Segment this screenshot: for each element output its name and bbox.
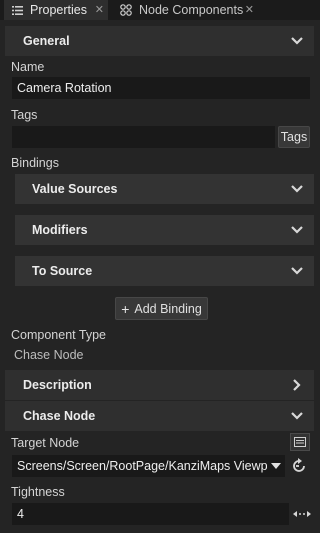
tags-button[interactable]: Tags [278, 126, 310, 148]
description-section-title: Description [23, 378, 92, 392]
description-section-header[interactable]: Description [5, 370, 314, 400]
chase-node-section-header[interactable]: Chase Node [5, 401, 314, 431]
name-field[interactable]: Camera Rotation [12, 77, 310, 99]
chevron-down-icon [291, 267, 303, 275]
drag-adjust-icon[interactable] [292, 506, 312, 522]
to-source-header[interactable]: To Source [15, 256, 314, 286]
tags-label: Tags [11, 108, 38, 122]
modifiers-title: Modifiers [32, 223, 88, 237]
component-type-value: Chase Node [14, 348, 84, 362]
chase-node-section-title: Chase Node [23, 409, 96, 423]
general-section-header[interactable]: General [5, 26, 314, 56]
add-binding-label: Add Binding [134, 301, 202, 316]
name-label: Name [11, 60, 45, 74]
components-icon [117, 4, 135, 16]
tags-field[interactable] [12, 126, 275, 148]
general-section-title: General [23, 34, 70, 48]
tab-bar: Properties ✕ Node Components ✕ [0, 0, 320, 20]
modifiers-header[interactable]: Modifiers [15, 215, 314, 245]
tightness-label: Tightness [11, 485, 65, 499]
target-node-value: Screens/Screen/RootPage/KanziMaps Viewpo [17, 459, 267, 473]
chevron-right-icon [293, 379, 301, 391]
list-icon [8, 5, 26, 15]
tab-properties-label: Properties [30, 3, 87, 17]
tab-properties[interactable]: Properties ✕ [4, 0, 108, 20]
to-source-title: To Source [32, 264, 93, 278]
dropdown-arrow-icon [271, 463, 281, 469]
value-sources-title: Value Sources [32, 182, 118, 196]
target-node-dropdown[interactable]: Screens/Screen/RootPage/KanziMaps Viewpo [12, 455, 285, 477]
add-binding-button[interactable]: + Add Binding [115, 297, 208, 320]
component-type-label: Component Type [11, 328, 106, 342]
chevron-down-icon [291, 412, 303, 420]
bindings-label: Bindings [11, 156, 59, 170]
chevron-down-icon [291, 185, 303, 193]
goto-node-icon[interactable] [290, 457, 308, 475]
node-picker-icon[interactable] [290, 433, 310, 451]
chevron-down-icon [291, 226, 303, 234]
tightness-field[interactable]: 4 [12, 503, 289, 525]
chevron-down-icon [291, 37, 303, 45]
tab-node-components-label: Node Components [139, 3, 244, 17]
close-icon[interactable]: ✕ [245, 3, 254, 16]
value-sources-header[interactable]: Value Sources [15, 174, 314, 204]
plus-icon: + [121, 300, 130, 317]
target-node-label: Target Node [11, 436, 80, 450]
close-icon[interactable]: ✕ [95, 3, 104, 16]
tab-node-components[interactable]: Node Components ✕ [113, 0, 258, 20]
